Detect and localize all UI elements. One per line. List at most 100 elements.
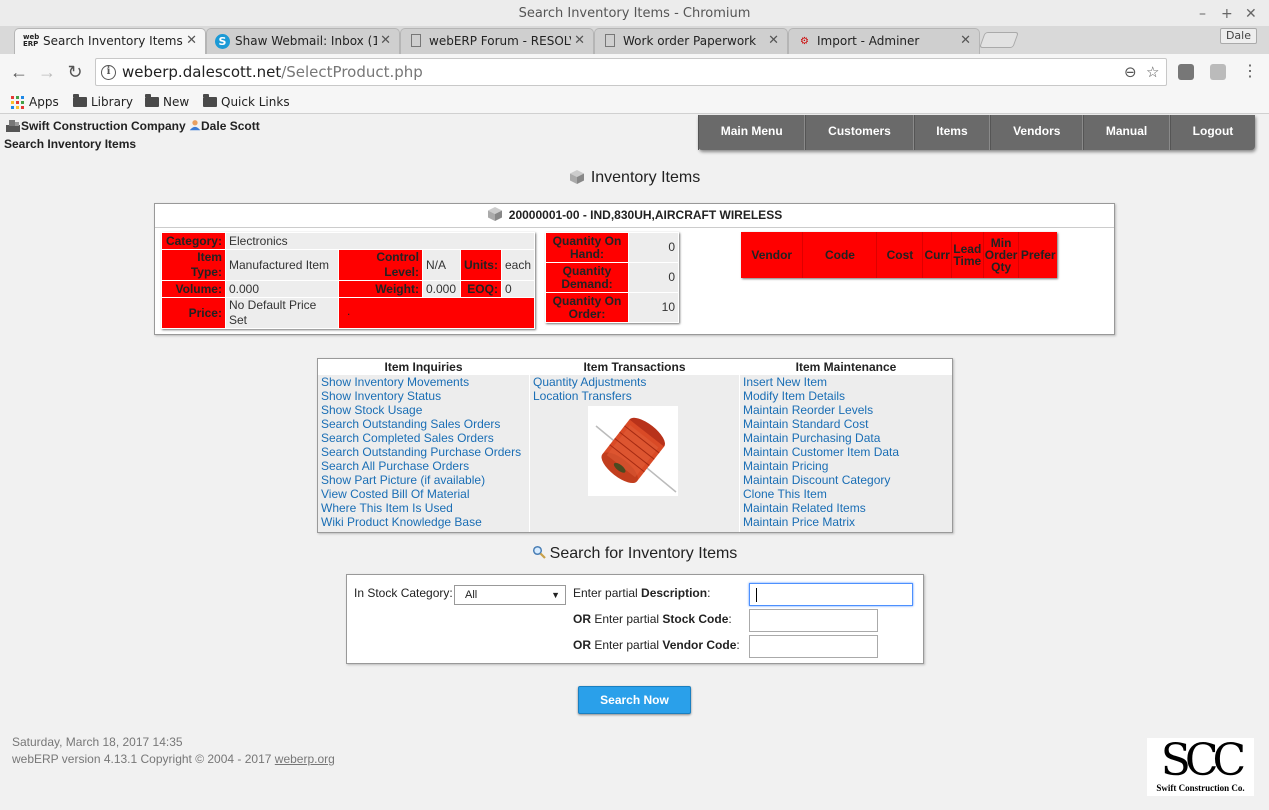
url-path: /SelectProduct.php	[281, 63, 423, 81]
menu-customers[interactable]: Customers	[805, 115, 914, 150]
inquiry-link[interactable]: Show Inventory Movements	[318, 375, 529, 389]
vendor-table: Vendor Code Cost Curr Lead Time Min Orde…	[741, 232, 1057, 278]
menu-manual[interactable]: Manual	[1083, 115, 1170, 150]
profile-button[interactable]: Dale	[1219, 28, 1257, 44]
weight-value: 0.000	[421, 280, 461, 298]
bookmarks-bar: Apps Library New Quick Links	[0, 90, 1269, 114]
stock-code-label: OR Enter partial Stock Code:	[573, 612, 732, 626]
bookmark-star-icon[interactable]: ☆	[1146, 59, 1159, 85]
extension-icon[interactable]	[1210, 64, 1226, 80]
reload-icon[interactable]: ↻	[63, 60, 87, 84]
window-title: Search Inventory Items - Chromium	[518, 6, 751, 21]
inquiry-link[interactable]: Where This Item Is Used	[318, 501, 529, 515]
menu-main-menu[interactable]: Main Menu	[698, 115, 806, 150]
inquiry-link[interactable]: Search Outstanding Purchase Orders	[318, 445, 529, 459]
bookmark-quick-links[interactable]: Quick Links	[203, 93, 290, 111]
company-icon	[6, 120, 20, 132]
stock-category-select[interactable]: All ▼	[454, 585, 566, 605]
bookmark-label: New	[163, 95, 190, 109]
weberp-link[interactable]: weberp.org	[275, 752, 335, 766]
inquiry-link[interactable]: Search Completed Sales Orders	[318, 431, 529, 445]
menu-kebab-icon[interactable]: ⋮	[1238, 60, 1262, 84]
tab-weberp-forum[interactable]: webERP Forum - RESOLV ✕	[400, 28, 594, 54]
new-tab-button[interactable]	[979, 32, 1019, 48]
volume-value: 0.000	[224, 280, 340, 298]
inquiry-link[interactable]: Search All Purchase Orders	[318, 459, 529, 473]
maintenance-link[interactable]: Maintain Customer Item Data	[740, 445, 952, 459]
zoom-icon[interactable]: ⊖	[1124, 59, 1137, 85]
price-filler	[338, 297, 535, 329]
search-title: Search for Inventory Items	[0, 545, 1269, 563]
close-tab-icon[interactable]: ✕	[765, 29, 779, 53]
bookmark-label: Apps	[29, 95, 59, 109]
menu-vendors[interactable]: Vendors	[990, 115, 1084, 150]
maintenance-link[interactable]: Maintain Pricing	[740, 459, 952, 473]
user-name[interactable]: Dale Scott	[201, 119, 260, 133]
search-now-button[interactable]: Search Now	[578, 686, 691, 714]
maintenance-link[interactable]: Maintain Related Items	[740, 501, 952, 515]
inquiry-link[interactable]: View Costed Bill Of Material	[318, 487, 529, 501]
transaction-link[interactable]: Quantity Adjustments	[530, 375, 739, 389]
close-tab-icon[interactable]: ✕	[377, 29, 391, 53]
item-maintenance-heading: Item Maintenance	[740, 359, 952, 375]
bookmark-library[interactable]: Library	[73, 93, 133, 111]
url-host: weberp.dalescott.net	[122, 63, 282, 81]
bookmark-label: Quick Links	[221, 95, 290, 109]
quantity-demand-value: 0	[628, 262, 679, 293]
inquiry-link[interactable]: Wiki Product Knowledge Base	[318, 515, 529, 529]
code-bold: Stock Code	[662, 612, 729, 626]
maintenance-link[interactable]: Maintain Discount Category	[740, 473, 952, 487]
inquiry-link[interactable]: Show Inventory Status	[318, 389, 529, 403]
tab-search-inventory[interactable]: web ERP Search Inventory Items ✕	[14, 28, 206, 54]
maintenance-link[interactable]: Insert New Item	[740, 375, 952, 389]
address-bar[interactable]: i weberp.dalescott.net/SelectProduct.php…	[95, 58, 1167, 86]
description-input[interactable]	[749, 583, 913, 606]
minimize-icon[interactable]: –	[1199, 0, 1206, 28]
close-window-icon[interactable]: ✕	[1245, 0, 1257, 28]
search-form: In Stock Category: All ▼ Enter partial D…	[346, 574, 924, 664]
tab-label: Import - Adminer	[817, 34, 920, 48]
transaction-link[interactable]: Location Transfers	[530, 389, 739, 403]
tab-strip: web ERP Search Inventory Items ✕ S Shaw W…	[0, 26, 1269, 54]
back-arrow-icon[interactable]: ←	[7, 60, 31, 84]
tab-adminer[interactable]: ⚙ Import - Adminer ✕	[788, 28, 980, 54]
menu-items[interactable]: Items	[913, 115, 991, 150]
maintenance-link[interactable]: Maintain Reorder Levels	[740, 403, 952, 417]
page-icon	[605, 34, 615, 47]
info-icon[interactable]: i	[101, 65, 116, 80]
code-post: :	[728, 612, 732, 626]
bookmark-apps[interactable]: Apps	[11, 93, 59, 111]
desc-bold: Description	[641, 586, 708, 600]
item-inquiries-heading: Item Inquiries	[318, 359, 529, 375]
folder-icon	[203, 94, 217, 107]
close-tab-icon[interactable]: ✕	[960, 29, 971, 53]
close-tab-icon[interactable]: ✕	[186, 29, 197, 53]
cost-header: Cost	[876, 232, 924, 278]
tab-shaw-webmail[interactable]: S Shaw Webmail: Inbox (1 ✕	[206, 28, 400, 54]
vendor-code-input[interactable]	[749, 635, 878, 658]
forward-arrow-icon[interactable]: →	[35, 60, 59, 84]
menu-logout[interactable]: Logout	[1169, 115, 1255, 150]
tab-work-order[interactable]: Work order Paperwork ✕	[594, 28, 788, 54]
inquiry-link[interactable]: Show Stock Usage	[318, 403, 529, 417]
page-icon	[411, 34, 421, 47]
item-summary-panel: 20000001-00 - IND,830UH,AIRCRAFT WIRELES…	[154, 203, 1115, 335]
close-tab-icon[interactable]: ✕	[571, 29, 585, 53]
eoq-label: EOQ:	[459, 280, 502, 298]
inquiry-link[interactable]: Show Part Picture (if available)	[318, 473, 529, 487]
maintenance-link[interactable]: Clone This Item	[740, 487, 952, 501]
maximize-icon[interactable]: +	[1221, 0, 1233, 28]
maintenance-link[interactable]: Maintain Purchasing Data	[740, 431, 952, 445]
item-transactions-list: Quantity Adjustments Location Transfers	[530, 375, 739, 403]
maintenance-link[interactable]: Maintain Standard Cost	[740, 417, 952, 431]
inquiry-link[interactable]: Search Outstanding Sales Orders	[318, 417, 529, 431]
extension-icon[interactable]	[1178, 64, 1194, 80]
lead-time-header: Lead Time	[951, 232, 984, 278]
item-heading: 20000001-00 - IND,830UH,AIRCRAFT WIRELES…	[155, 204, 1114, 228]
maintenance-link[interactable]: Modify Item Details	[740, 389, 952, 403]
bookmark-new[interactable]: New	[145, 93, 189, 111]
browser-toolbar: ← → ↻ i weberp.dalescott.net/SelectProdu…	[0, 54, 1269, 90]
units-value: each	[500, 249, 536, 281]
maintenance-link[interactable]: Maintain Price Matrix	[740, 515, 952, 529]
stock-code-input[interactable]	[749, 609, 878, 632]
